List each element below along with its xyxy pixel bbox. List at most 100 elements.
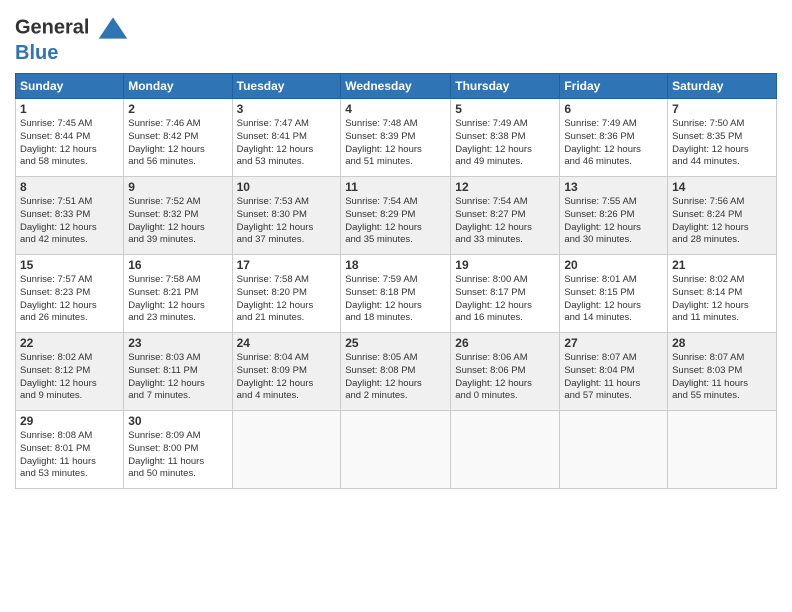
- day-cell: 12 Sunrise: 7:54 AM Sunset: 8:27 PM Dayli…: [451, 177, 560, 255]
- day-cell: 10 Sunrise: 7:53 AM Sunset: 8:30 PM Dayli…: [232, 177, 341, 255]
- day-info: Sunrise: 8:01 AM Sunset: 8:15 PM Dayligh…: [564, 274, 663, 325]
- day-number: 22: [20, 336, 119, 350]
- day-cell: [232, 411, 341, 489]
- day-number: 30: [128, 414, 227, 428]
- day-number: 18: [345, 258, 446, 272]
- day-number: 27: [564, 336, 663, 350]
- day-info: Sunrise: 7:49 AM Sunset: 8:38 PM Dayligh…: [455, 118, 555, 169]
- day-cell: 13 Sunrise: 7:55 AM Sunset: 8:26 PM Dayli…: [560, 177, 668, 255]
- day-cell: 1Sunrise: 7:45 AM Sunset: 8:44 PM Daylig…: [16, 99, 124, 177]
- day-number: 11: [345, 180, 446, 194]
- day-number: 7: [672, 102, 772, 116]
- day-cell: 20 Sunrise: 8:01 AM Sunset: 8:15 PM Dayli…: [560, 255, 668, 333]
- day-number: 26: [455, 336, 555, 350]
- day-cell: [668, 411, 777, 489]
- week-row-3: 15Sunrise: 7:57 AM Sunset: 8:23 PM Dayli…: [16, 255, 777, 333]
- day-info: Sunrise: 7:45 AM Sunset: 8:44 PM Dayligh…: [20, 118, 119, 169]
- day-cell: 27 Sunrise: 8:07 AM Sunset: 8:04 PM Dayli…: [560, 333, 668, 411]
- header-tuesday: Tuesday: [232, 74, 341, 99]
- day-info: Sunrise: 7:53 AM Sunset: 8:30 PM Dayligh…: [237, 196, 337, 247]
- day-info: Sunrise: 7:55 AM Sunset: 8:26 PM Dayligh…: [564, 196, 663, 247]
- day-cell: [451, 411, 560, 489]
- day-cell: 15Sunrise: 7:57 AM Sunset: 8:23 PM Dayli…: [16, 255, 124, 333]
- day-number: 21: [672, 258, 772, 272]
- page-header: General Blue: [15, 10, 777, 65]
- day-cell: 14Sunrise: 7:56 AM Sunset: 8:24 PM Dayli…: [668, 177, 777, 255]
- day-info: Sunrise: 7:58 AM Sunset: 8:20 PM Dayligh…: [237, 274, 337, 325]
- day-info: Sunrise: 7:48 AM Sunset: 8:39 PM Dayligh…: [345, 118, 446, 169]
- week-row-5: 29 Sunrise: 8:08 AM Sunset: 8:01 PM Dayli…: [16, 411, 777, 489]
- day-cell: 2 Sunrise: 7:46 AM Sunset: 8:42 PM Daylig…: [124, 99, 232, 177]
- day-cell: 9 Sunrise: 7:52 AM Sunset: 8:32 PM Daylig…: [124, 177, 232, 255]
- day-info: Sunrise: 7:58 AM Sunset: 8:21 PM Dayligh…: [128, 274, 227, 325]
- day-cell: 26 Sunrise: 8:06 AM Sunset: 8:06 PM Dayli…: [451, 333, 560, 411]
- day-number: 9: [128, 180, 227, 194]
- day-cell: 11 Sunrise: 7:54 AM Sunset: 8:29 PM Dayli…: [341, 177, 451, 255]
- day-info: Sunrise: 8:03 AM Sunset: 8:11 PM Dayligh…: [128, 352, 227, 403]
- header-monday: Monday: [124, 74, 232, 99]
- day-cell: 28Sunrise: 8:07 AM Sunset: 8:03 PM Dayli…: [668, 333, 777, 411]
- day-number: 16: [128, 258, 227, 272]
- day-number: 4: [345, 102, 446, 116]
- header-thursday: Thursday: [451, 74, 560, 99]
- day-cell: [560, 411, 668, 489]
- day-cell: 18 Sunrise: 7:59 AM Sunset: 8:18 PM Dayli…: [341, 255, 451, 333]
- day-cell: 17 Sunrise: 7:58 AM Sunset: 8:20 PM Dayli…: [232, 255, 341, 333]
- page-container: General Blue SundayMondayTuesdayWednesda…: [0, 0, 792, 499]
- day-info: Sunrise: 7:54 AM Sunset: 8:29 PM Dayligh…: [345, 196, 446, 247]
- day-info: Sunrise: 8:05 AM Sunset: 8:08 PM Dayligh…: [345, 352, 446, 403]
- day-info: Sunrise: 8:02 AM Sunset: 8:12 PM Dayligh…: [20, 352, 119, 403]
- day-info: Sunrise: 7:46 AM Sunset: 8:42 PM Dayligh…: [128, 118, 227, 169]
- day-info: Sunrise: 7:47 AM Sunset: 8:41 PM Dayligh…: [237, 118, 337, 169]
- day-number: 25: [345, 336, 446, 350]
- day-number: 19: [455, 258, 555, 272]
- day-number: 6: [564, 102, 663, 116]
- day-number: 2: [128, 102, 227, 116]
- logo-text: General Blue: [15, 14, 129, 65]
- day-cell: [341, 411, 451, 489]
- week-row-2: 8 Sunrise: 7:51 AM Sunset: 8:33 PM Daylig…: [16, 177, 777, 255]
- header-friday: Friday: [560, 74, 668, 99]
- header-saturday: Saturday: [668, 74, 777, 99]
- day-number: 28: [672, 336, 772, 350]
- day-info: Sunrise: 7:59 AM Sunset: 8:18 PM Dayligh…: [345, 274, 446, 325]
- day-cell: 6Sunrise: 7:49 AM Sunset: 8:36 PM Daylig…: [560, 99, 668, 177]
- day-info: Sunrise: 7:52 AM Sunset: 8:32 PM Dayligh…: [128, 196, 227, 247]
- day-number: 17: [237, 258, 337, 272]
- header-wednesday: Wednesday: [341, 74, 451, 99]
- day-number: 13: [564, 180, 663, 194]
- day-cell: 16 Sunrise: 7:58 AM Sunset: 8:21 PM Dayli…: [124, 255, 232, 333]
- day-info: Sunrise: 7:51 AM Sunset: 8:33 PM Dayligh…: [20, 196, 119, 247]
- week-row-1: 1Sunrise: 7:45 AM Sunset: 8:44 PM Daylig…: [16, 99, 777, 177]
- day-info: Sunrise: 8:02 AM Sunset: 8:14 PM Dayligh…: [672, 274, 772, 325]
- week-row-4: 22 Sunrise: 8:02 AM Sunset: 8:12 PM Dayli…: [16, 333, 777, 411]
- day-cell: 5 Sunrise: 7:49 AM Sunset: 8:38 PM Daylig…: [451, 99, 560, 177]
- day-number: 8: [20, 180, 119, 194]
- day-info: Sunrise: 8:08 AM Sunset: 8:01 PM Dayligh…: [20, 430, 119, 481]
- day-number: 12: [455, 180, 555, 194]
- day-cell: 8 Sunrise: 7:51 AM Sunset: 8:33 PM Daylig…: [16, 177, 124, 255]
- day-info: Sunrise: 8:06 AM Sunset: 8:06 PM Dayligh…: [455, 352, 555, 403]
- day-number: 5: [455, 102, 555, 116]
- day-cell: 23 Sunrise: 8:03 AM Sunset: 8:11 PM Dayli…: [124, 333, 232, 411]
- day-cell: 7Sunrise: 7:50 AM Sunset: 8:35 PM Daylig…: [668, 99, 777, 177]
- day-number: 14: [672, 180, 772, 194]
- day-info: Sunrise: 8:00 AM Sunset: 8:17 PM Dayligh…: [455, 274, 555, 325]
- calendar-table: SundayMondayTuesdayWednesdayThursdayFrid…: [15, 73, 777, 489]
- day-info: Sunrise: 7:54 AM Sunset: 8:27 PM Dayligh…: [455, 196, 555, 247]
- header-row: SundayMondayTuesdayWednesdayThursdayFrid…: [16, 74, 777, 99]
- day-number: 20: [564, 258, 663, 272]
- day-info: Sunrise: 8:09 AM Sunset: 8:00 PM Dayligh…: [128, 430, 227, 481]
- day-number: 29: [20, 414, 119, 428]
- day-info: Sunrise: 8:07 AM Sunset: 8:04 PM Dayligh…: [564, 352, 663, 403]
- day-info: Sunrise: 8:04 AM Sunset: 8:09 PM Dayligh…: [237, 352, 337, 403]
- day-cell: 21 Sunrise: 8:02 AM Sunset: 8:14 PM Dayli…: [668, 255, 777, 333]
- day-number: 3: [237, 102, 337, 116]
- logo: General Blue: [15, 14, 129, 65]
- day-cell: 30 Sunrise: 8:09 AM Sunset: 8:00 PM Dayli…: [124, 411, 232, 489]
- day-cell: 25 Sunrise: 8:05 AM Sunset: 8:08 PM Dayli…: [341, 333, 451, 411]
- header-sunday: Sunday: [16, 74, 124, 99]
- day-cell: 19 Sunrise: 8:00 AM Sunset: 8:17 PM Dayli…: [451, 255, 560, 333]
- day-number: 23: [128, 336, 227, 350]
- day-number: 10: [237, 180, 337, 194]
